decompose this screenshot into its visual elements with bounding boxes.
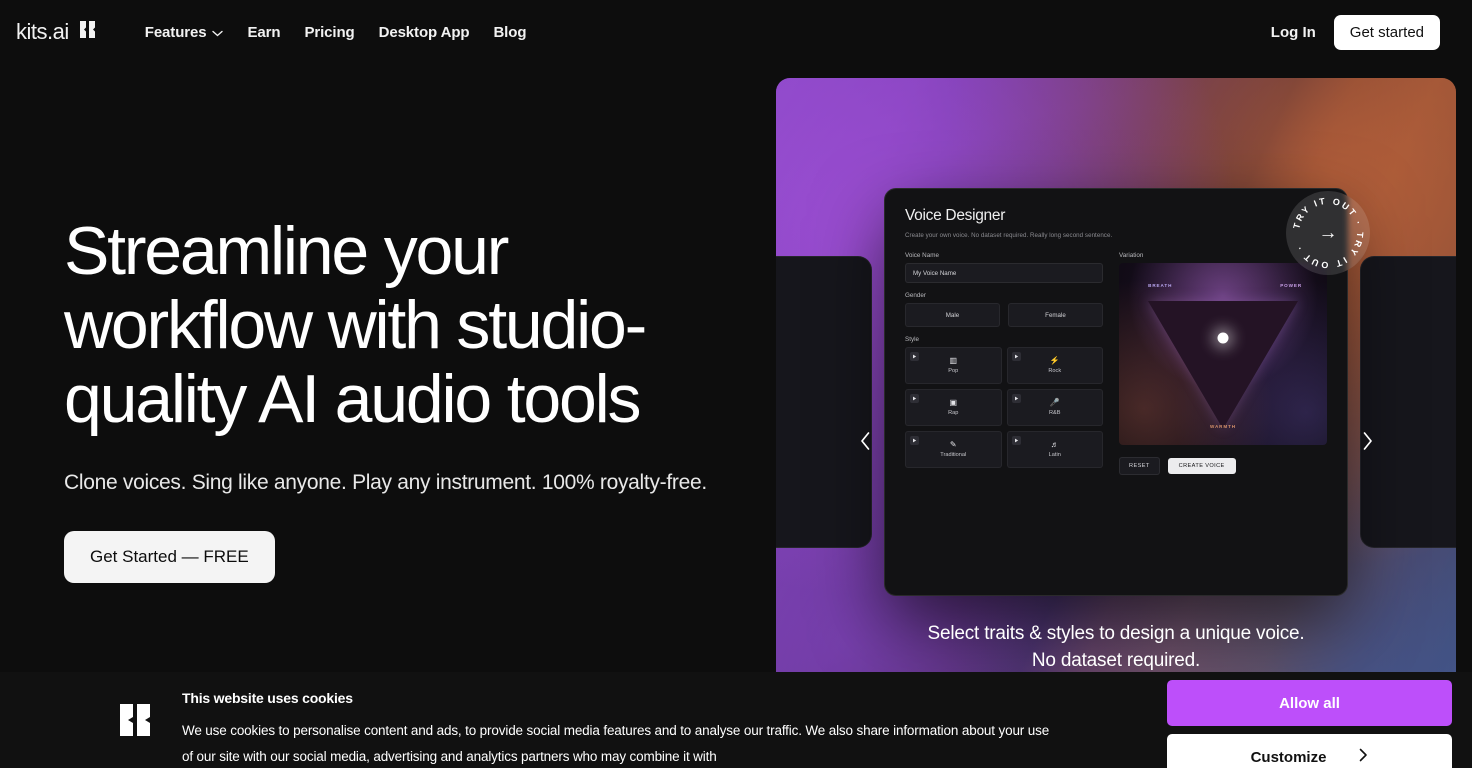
- nav-item-features[interactable]: Features: [145, 24, 224, 41]
- style-cell-pop[interactable]: ▥ Pop: [905, 347, 1002, 384]
- hero-subtitle: Clone voices. Sing like anyone. Play any…: [64, 471, 707, 494]
- arrow-right-icon: →: [1318, 222, 1338, 244]
- style-name-pop: Pop: [948, 368, 959, 374]
- allow-all-button[interactable]: Allow all: [1167, 680, 1452, 726]
- kits-k-logo-icon: [78, 19, 99, 45]
- style-name-rock: Rock: [1048, 368, 1062, 374]
- cookie-actions: Allow all Customize: [1167, 680, 1452, 768]
- brand-wordmark: kits.ai: [16, 19, 69, 44]
- get-started-button[interactable]: Get started: [1333, 14, 1440, 50]
- style-glyph-latin: ♬: [1050, 440, 1059, 449]
- style-cell-rnb[interactable]: 🎤 R&B: [1006, 389, 1103, 426]
- play-icon[interactable]: [910, 394, 919, 403]
- voice-designer-title: Voice Designer: [905, 207, 1006, 224]
- nav-item-desktop-app[interactable]: Desktop App: [379, 24, 470, 41]
- axis-label-breath: BREATH: [1148, 283, 1173, 289]
- voice-name-label: Voice Name: [905, 252, 939, 259]
- page-title: Streamline your workflow with studio-qua…: [64, 213, 647, 437]
- nav-item-blog[interactable]: Blog: [493, 24, 526, 41]
- play-icon[interactable]: [1011, 436, 1021, 445]
- carousel-peek-right[interactable]: [1360, 256, 1456, 548]
- cookie-consent-banner: This website uses cookies We use cookies…: [0, 672, 1472, 768]
- style-name-rnb: R&B: [1048, 410, 1061, 416]
- axis-label-warmth: WARMTH: [1209, 423, 1237, 429]
- brand-logo[interactable]: kits.ai: [16, 19, 99, 45]
- top-navbar: kits.ai Features Earn Pricing Desktop Ap…: [0, 0, 1472, 64]
- style-name-traditional: Traditional: [940, 452, 967, 458]
- reset-button[interactable]: RESET: [1119, 457, 1160, 475]
- style-cell-latin[interactable]: ♬ Latin: [1006, 431, 1103, 468]
- hero-copy: Streamline your workflow with studio-qua…: [64, 214, 724, 583]
- play-icon[interactable]: [1011, 352, 1021, 361]
- create-voice-button[interactable]: CREATE VOICE: [1167, 458, 1236, 474]
- play-icon[interactable]: [910, 436, 919, 445]
- gender-label: Gender: [905, 292, 927, 299]
- style-cell-rock[interactable]: ⚡ Rock: [1006, 347, 1103, 384]
- carousel-prev-button[interactable]: [852, 430, 878, 456]
- nav-item-pricing[interactable]: Pricing: [304, 24, 354, 41]
- carousel-next-button[interactable]: [1354, 430, 1380, 456]
- axis-label-power: POWER: [1280, 283, 1303, 289]
- chevron-down-icon: [212, 24, 224, 41]
- login-link[interactable]: Log In: [1271, 24, 1316, 41]
- style-glyph-pop: ▥: [949, 356, 958, 365]
- customize-label: Customize: [1250, 748, 1327, 766]
- style-cell-traditional[interactable]: ✎ Traditional: [905, 431, 1002, 468]
- hero-caption: Select traits & styles to design a uniqu…: [927, 623, 1305, 671]
- triangle-shape: [1148, 300, 1298, 429]
- hero-section: Streamline your workflow with studio-qua…: [0, 64, 1472, 768]
- style-grid: ▥ Pop ⚡ Rock ▣ Rap 🎤 R&B ✎ Traditional ♬…: [905, 347, 1103, 468]
- style-label: Style: [905, 336, 919, 343]
- style-glyph-rap: ▣: [949, 398, 958, 407]
- cookie-text-block: This website uses cookies We use cookies…: [182, 672, 1062, 768]
- hero-carousel-card: Voice Designer Create your own voice. No…: [776, 78, 1456, 768]
- gender-options: Male Female: [905, 303, 1103, 327]
- variation-triangle-visualizer[interactable]: BREATH POWER WARMTH: [1119, 263, 1327, 445]
- hero-cta-button[interactable]: Get Started — FREE: [64, 531, 275, 583]
- nav-item-earn[interactable]: Earn: [247, 24, 280, 41]
- gender-option-male[interactable]: Male: [905, 303, 1000, 327]
- style-glyph-rock: ⚡: [1049, 356, 1060, 365]
- kits-k-logo-icon: [102, 672, 172, 768]
- nav-item-features-label: Features: [144, 23, 207, 41]
- style-cell-rap[interactable]: ▣ Rap: [905, 389, 1002, 426]
- play-icon[interactable]: [910, 352, 919, 361]
- customize-button[interactable]: Customize: [1167, 734, 1452, 768]
- carousel-peek-left[interactable]: [776, 256, 872, 548]
- gender-option-female[interactable]: Female: [1008, 303, 1103, 327]
- voice-designer-window: Voice Designer Create your own voice. No…: [884, 188, 1348, 596]
- chevron-right-icon: [1361, 431, 1374, 456]
- cookie-title: This website uses cookies: [182, 690, 353, 706]
- voice-designer-actions: RESET CREATE VOICE: [1119, 457, 1327, 475]
- style-glyph-traditional: ✎: [949, 440, 957, 449]
- nav-actions: Log In Get started: [1271, 14, 1456, 50]
- voice-designer-description: Create your own voice. No dataset requir…: [905, 232, 1113, 239]
- variation-handle[interactable]: [1217, 332, 1229, 344]
- cookie-body: We use cookies to personalise content an…: [182, 723, 1050, 764]
- style-name-rap: Rap: [948, 410, 959, 416]
- chevron-right-icon: [1358, 748, 1368, 766]
- style-name-latin: Latin: [1048, 452, 1061, 458]
- play-icon[interactable]: [1011, 394, 1021, 403]
- try-it-out-badge[interactable]: TRY IT OUT · TRY IT OUT · →: [1286, 191, 1370, 275]
- voice-name-input[interactable]: My Voice Name: [905, 263, 1103, 283]
- style-glyph-rnb: 🎤: [1049, 398, 1060, 407]
- chevron-left-icon: [859, 431, 872, 456]
- nav-links: Features Earn Pricing Desktop App Blog: [145, 24, 527, 41]
